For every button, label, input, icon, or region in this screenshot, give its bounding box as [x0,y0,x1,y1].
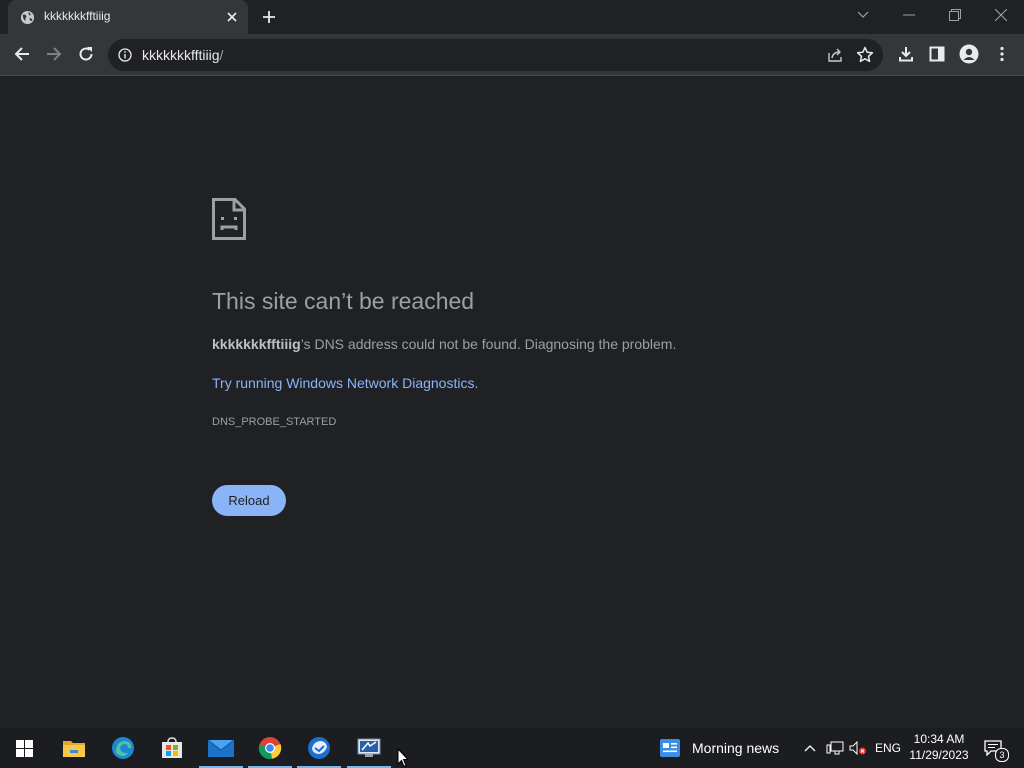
menu-button[interactable] [992,44,1012,64]
taskbar-remote-desktop[interactable] [345,728,393,768]
new-tab-icon[interactable] [261,9,277,25]
news-widget[interactable]: Morning news [660,728,779,768]
error-description: kkkkkkkfftiiig’s DNS address could not b… [212,336,676,352]
tab-search-button[interactable] [840,0,886,30]
browser-tab[interactable]: kkkkkkkfftiiig [8,0,248,34]
browser-toolbar: kkkkkkkfftiiig/ [0,34,1024,76]
back-button[interactable] [12,44,32,64]
start-button[interactable] [0,728,48,768]
language-indicator[interactable]: ENG [872,728,904,768]
url-host: kkkkkkkfftiiig [142,47,220,63]
notification-count-badge: 3 [995,748,1009,762]
network-diagnostics-link[interactable]: Windows Network Diagnostics [286,375,474,391]
bookmark-star-icon[interactable] [856,46,874,64]
sad-page-icon [212,198,246,240]
taskbar-chrome[interactable] [246,728,294,768]
address-bar[interactable]: kkkkkkkfftiiig/ [108,39,883,71]
download-icon [899,47,913,62]
taskbar-thunderbird[interactable] [295,728,343,768]
volume-muted-icon [849,741,866,755]
windows-start-icon [15,739,33,757]
chrome-icon [258,737,282,760]
error-description-text: ’s DNS address could not be found. Diagn… [300,336,677,352]
reload-toolbar-button[interactable] [76,44,96,64]
close-icon [995,9,1007,21]
taskbar-store[interactable] [148,728,196,768]
tab-strip: kkkkkkkfftiiig [0,0,1024,34]
language-label: ENG [874,741,901,755]
refresh-icon [79,47,93,61]
news-icon [660,739,680,757]
diagnostics-prefix: Try running [212,375,287,391]
network-status-button[interactable] [823,728,847,768]
globe-icon [20,10,35,25]
windows-taskbar: Morning news ENG 10:34 AM 11/29/2023 3 [0,728,1024,768]
close-window-button[interactable] [978,0,1024,30]
chevron-up-icon [804,745,816,752]
arrow-right-icon [47,47,62,61]
more-vert-icon [1000,46,1004,62]
taskbar-clock[interactable]: 10:34 AM 11/29/2023 [904,731,974,763]
error-host: kkkkkkkfftiiig [212,336,301,352]
news-label: Morning news [692,740,780,756]
error-title: This site can’t be reached [212,288,475,314]
profile-button[interactable] [959,44,979,64]
downloads-button[interactable] [896,44,916,64]
edge-icon [112,737,134,759]
restore-icon [949,9,961,21]
file-explorer-icon [63,741,85,757]
side-panel-icon [929,46,945,62]
network-icon [826,741,844,755]
restore-button[interactable] [932,0,978,30]
thunderbird-icon [308,737,330,759]
remote-desktop-icon [357,738,381,757]
clock-date: 11/29/2023 [909,748,969,762]
tab-title: kkkkkkkfftiiig [44,9,111,23]
diagnostics-suffix: . [474,375,479,391]
minimize-icon [903,14,915,16]
notification-center-button[interactable]: 3 [978,728,1009,768]
side-panel-button[interactable] [927,44,947,64]
url-path: / [219,47,224,63]
reload-button[interactable]: Reload [212,485,286,516]
mouse-cursor-icon [397,748,409,768]
error-code: DNS_PROBE_STARTED [212,416,337,428]
close-tab-icon[interactable] [224,9,240,25]
mail-icon [208,739,234,757]
taskbar-mail[interactable] [197,728,245,768]
profile-icon [959,44,979,64]
share-icon[interactable] [827,47,843,63]
volume-button[interactable] [847,728,869,768]
url-text[interactable]: kkkkkkkfftiiig/ [142,47,223,63]
show-hidden-icons-button[interactable] [800,728,820,768]
diagnostics-suggestion: Try running Windows Network Diagnostics. [212,375,478,391]
chevron-down-icon [857,11,869,18]
arrow-left-icon [14,47,29,61]
minimize-button[interactable] [886,0,932,30]
clock-time: 10:34 AM [913,732,965,746]
info-icon[interactable] [118,48,132,62]
error-page: This site can’t be reached kkkkkkkfftiii… [0,76,1024,728]
taskbar-file-explorer[interactable] [50,728,98,768]
store-icon [162,737,182,758]
taskbar-edge[interactable] [99,728,147,768]
forward-button[interactable] [44,44,64,64]
